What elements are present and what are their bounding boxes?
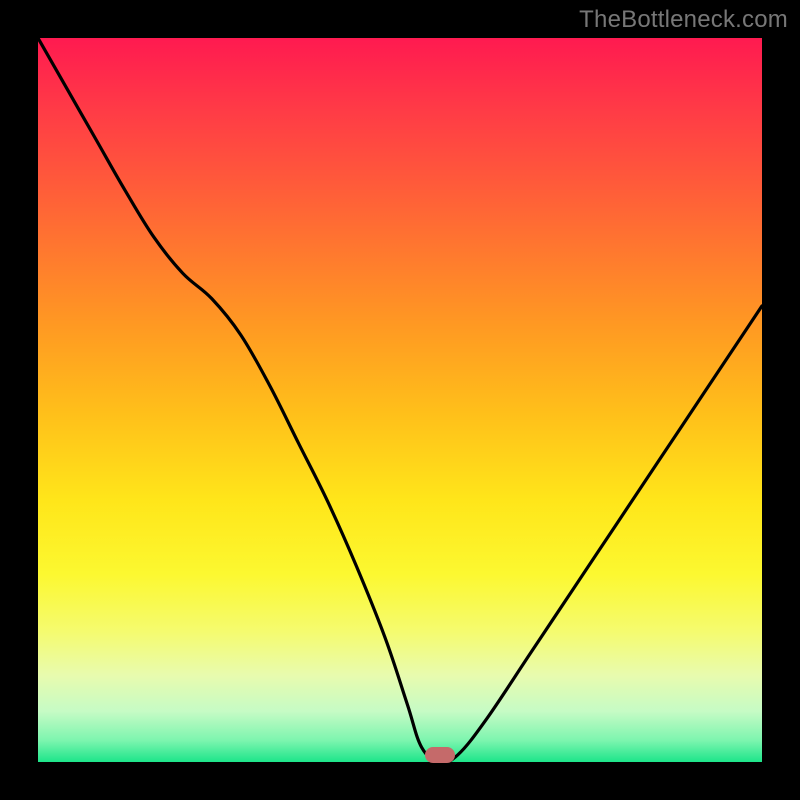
watermark-text: TheBottleneck.com — [579, 6, 788, 34]
optimum-marker — [425, 747, 455, 763]
bottleneck-curve — [38, 38, 762, 762]
chart-frame: TheBottleneck.com — [0, 0, 800, 800]
plot-area — [38, 38, 762, 762]
